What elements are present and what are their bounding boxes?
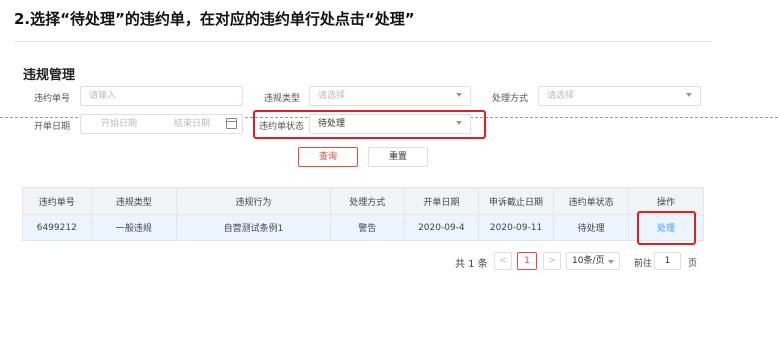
cell-violation-type: 一般违规 bbox=[90, 214, 178, 241]
calendar-icon[interactable] bbox=[226, 118, 237, 129]
total-count: 共 1 条 bbox=[455, 259, 488, 270]
reset-button[interactable]: 重置 bbox=[368, 147, 428, 167]
open-date-label: 开单日期 bbox=[33, 122, 70, 132]
violation-no-placeholder: 请输入 bbox=[89, 91, 117, 101]
chevron-down-icon bbox=[456, 93, 462, 97]
page-size-select[interactable]: 10条/页 bbox=[566, 252, 620, 270]
violation-no-input[interactable]: 请输入 bbox=[80, 86, 243, 106]
chevron-down-icon bbox=[686, 93, 692, 97]
prev-page-button[interactable]: < bbox=[494, 252, 512, 270]
table-row: 6499212 一般违规 自营测试条例1 警告 2020-09-4 2020-0… bbox=[22, 214, 704, 241]
divider bbox=[14, 41, 712, 42]
chevron-down-icon bbox=[608, 260, 614, 264]
handle-method-placeholder: 请选择 bbox=[547, 91, 575, 101]
cell-open-date: 2020-09-4 bbox=[403, 214, 479, 241]
goto-page-input[interactable]: 1 bbox=[654, 252, 681, 270]
cell-appeal-deadline: 2020-09-11 bbox=[477, 214, 555, 241]
goto-label: 前往 bbox=[634, 259, 653, 269]
cell-behavior: 自营测试条例1 bbox=[176, 214, 331, 241]
query-button[interactable]: 查询 bbox=[298, 147, 358, 167]
highlight-action-box bbox=[637, 211, 696, 245]
violation-type-label: 违规类型 bbox=[263, 94, 300, 104]
page-size-value: 10条/页 bbox=[572, 256, 605, 266]
end-date-placeholder: 结束日期 bbox=[174, 119, 211, 129]
violations-table: 违约单号 违规类型 违规行为 处理方式 开单日期 申诉截止日期 违约单状态 操作… bbox=[22, 187, 704, 241]
cell-status: 待处理 bbox=[553, 214, 630, 241]
handle-method-label: 处理方式 bbox=[491, 94, 528, 104]
next-page-button[interactable]: > bbox=[543, 252, 561, 270]
highlight-status-box bbox=[253, 110, 486, 139]
open-date-range[interactable]: 开始日期 结束日期 bbox=[80, 114, 243, 134]
cell-handle-method: 警告 bbox=[329, 214, 405, 241]
current-page-button[interactable]: 1 bbox=[517, 252, 537, 270]
column-header: 违约单号 bbox=[22, 187, 92, 215]
instruction-heading: 2.选择“待处理”的违约单，在对应的违约单行处点击“处理” bbox=[14, 10, 415, 28]
page-title: 违规管理 bbox=[23, 68, 76, 83]
violation-no-label: 违约单号 bbox=[33, 94, 70, 104]
table-header-row: 违约单号 违规类型 违规行为 处理方式 开单日期 申诉截止日期 违约单状态 操作 bbox=[22, 187, 704, 215]
column-header: 违规行为 bbox=[176, 187, 331, 215]
column-header: 开单日期 bbox=[403, 187, 479, 215]
start-date-placeholder: 开始日期 bbox=[101, 119, 138, 129]
page-unit-label: 页 bbox=[688, 259, 698, 269]
violation-type-select[interactable]: 请选择 bbox=[309, 86, 471, 106]
column-header: 违规类型 bbox=[90, 187, 178, 215]
handle-method-select[interactable]: 请选择 bbox=[538, 86, 701, 106]
violation-type-placeholder: 请选择 bbox=[318, 91, 346, 101]
column-header: 处理方式 bbox=[329, 187, 405, 215]
column-header: 违约单状态 bbox=[553, 187, 630, 215]
cell-violation-no: 6499212 bbox=[22, 214, 92, 241]
column-header: 申诉截止日期 bbox=[477, 187, 555, 215]
